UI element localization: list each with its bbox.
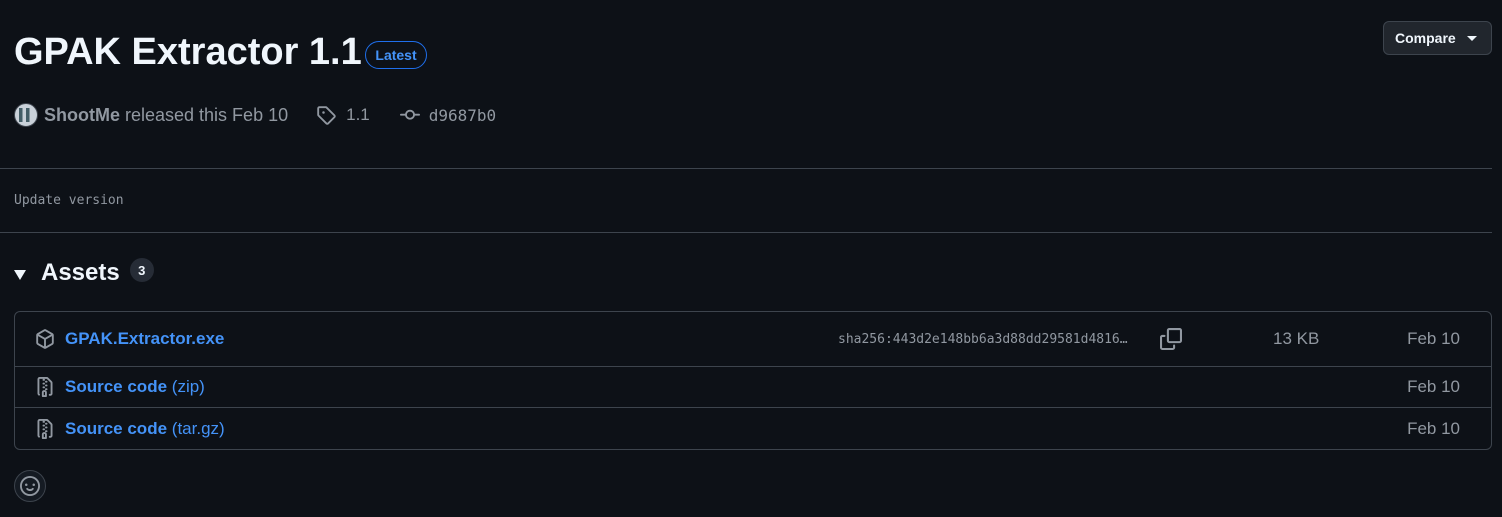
divider (0, 168, 1492, 169)
avatar[interactable] (14, 103, 38, 127)
assets-title: Assets (41, 259, 120, 286)
smiley-icon (20, 476, 40, 496)
asset-size: 13 KB (1273, 329, 1320, 348)
asset-name: Source code (65, 377, 168, 396)
asset-link[interactable]: Source code (zip) (65, 377, 205, 397)
commit-sha: d9687b0 (428, 105, 497, 125)
asset-name: Source code (65, 418, 168, 438)
list-item: GPAK.Extractor.exe sha256:443d2e148bb6a3… (15, 312, 1491, 367)
tag-icon (316, 105, 336, 125)
add-reaction-button[interactable] (14, 470, 46, 502)
copy-icon[interactable] (1160, 328, 1182, 350)
triangle-down-icon[interactable] (14, 270, 26, 280)
chevron-down-icon (1466, 35, 1477, 41)
latest-badge: Latest (365, 41, 427, 69)
divider (0, 232, 1492, 233)
list-item: Source code (zip) Feb 10 (15, 367, 1491, 408)
asset-date: Feb 10 (1407, 377, 1460, 396)
file-zip-icon (35, 377, 55, 397)
author-link[interactable]: ShootMe (44, 105, 120, 126)
tag-link[interactable]: 1.1 (316, 105, 370, 125)
file-zip-icon (35, 418, 55, 439)
tag-label: 1.1 (346, 105, 370, 124)
git-commit-icon (399, 105, 420, 125)
assets-header[interactable]: Assets 3 (14, 258, 154, 288)
asset-link[interactable]: GPAK.Extractor.exe (65, 329, 224, 349)
release-page: GPAK Extractor 1.1 Latest Compare ShootM… (0, 0, 1502, 517)
released-date-text: released this Feb 10 (125, 104, 289, 125)
asset-date: Feb 10 (1407, 329, 1460, 348)
compare-button[interactable]: Compare (1383, 21, 1492, 55)
asset-sha256: sha256:443d2e148bb6a3d88dd29581d4816… (838, 331, 1128, 347)
release-meta: ShootMe released this Feb 10 1.1 d9687b0 (14, 102, 496, 128)
compare-button-label: Compare (1395, 30, 1456, 46)
assets-count-badge: 3 (129, 258, 154, 282)
commit-link[interactable]: d9687b0 (399, 105, 497, 125)
assets-list: GPAK.Extractor.exe sha256:443d2e148bb6a3… (14, 311, 1492, 450)
asset-date: Feb 10 (1407, 418, 1460, 438)
asset-link[interactable]: Source code (tar.gz) (65, 419, 225, 439)
release-notes: Update version (14, 193, 124, 208)
asset-ext: (zip) (171, 377, 205, 396)
list-item: Source code (tar.gz) Feb 10 (15, 408, 1491, 449)
package-icon (35, 329, 55, 349)
release-title: GPAK Extractor 1.1 (14, 31, 362, 73)
asset-ext: (tar.gz) (171, 418, 225, 438)
